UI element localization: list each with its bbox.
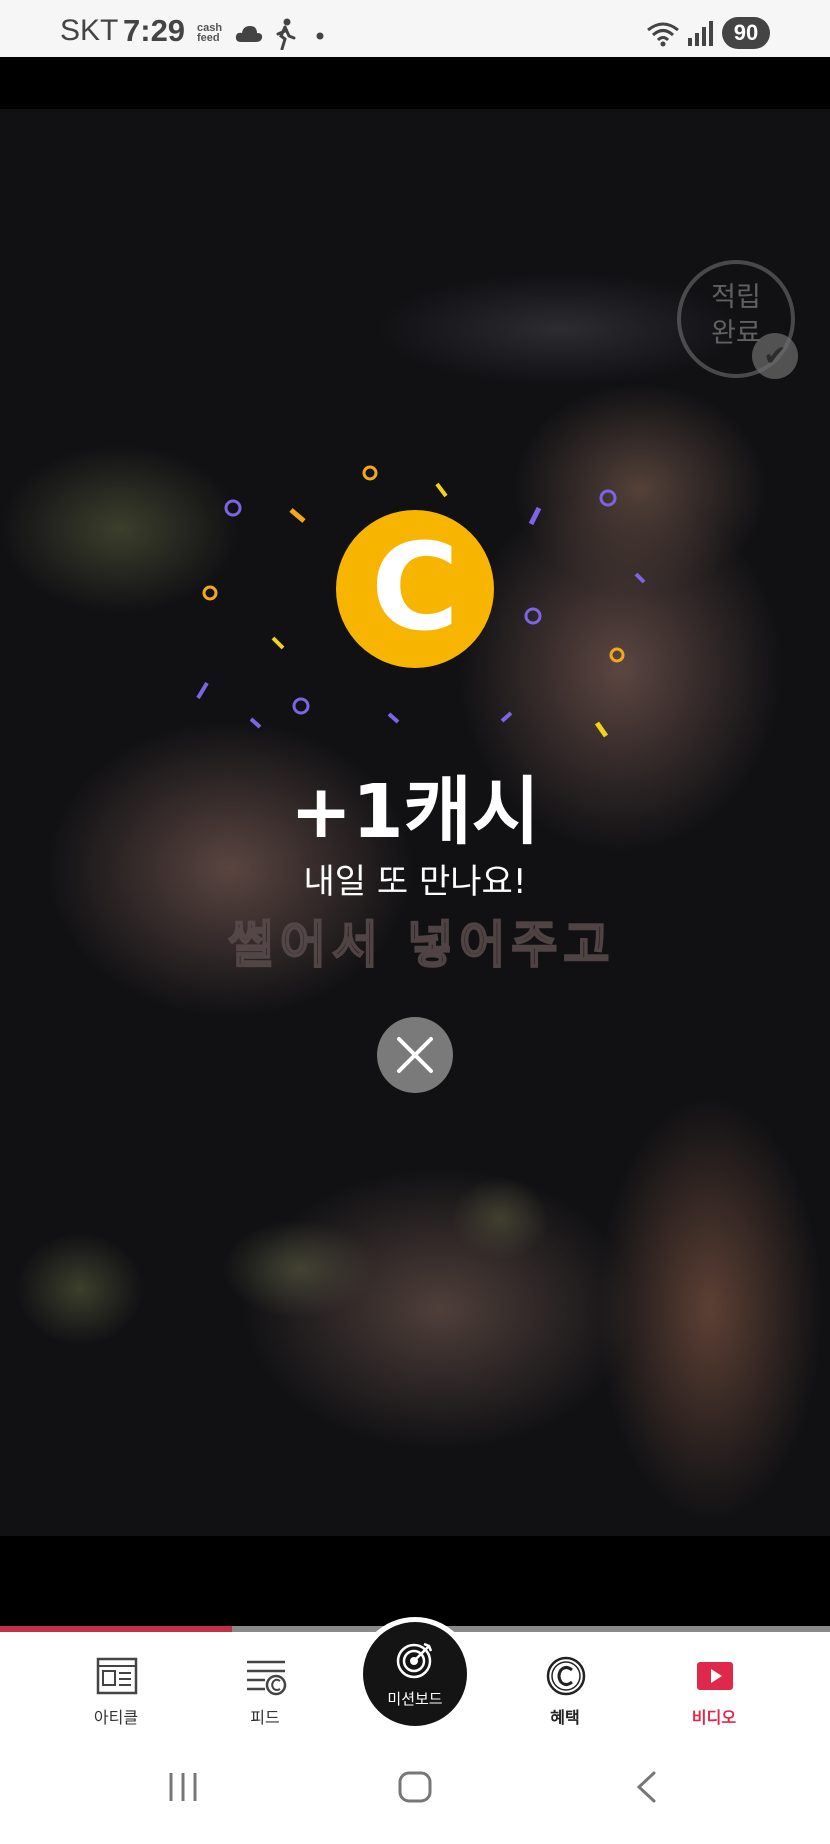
- benefit-coin-icon: [546, 1656, 586, 1696]
- nav-label-mission-board: 미션보드: [387, 1690, 443, 1708]
- article-icon: [96, 1657, 138, 1695]
- cashfeed-notification-icon: cash feed: [197, 23, 222, 44]
- nav-item-article[interactable]: 아티클: [56, 1632, 176, 1740]
- recent-apps-icon[interactable]: [166, 1770, 200, 1804]
- signal-icon: [688, 21, 713, 46]
- battery-indicator: 90: [722, 17, 770, 49]
- nav-label-benefit: 혜택: [550, 1708, 580, 1727]
- close-reward-button[interactable]: [377, 1017, 453, 1093]
- check-icon: ✔: [752, 333, 798, 379]
- cashfeed-line2: feed: [197, 32, 220, 44]
- video-play-icon: [697, 1662, 733, 1690]
- carrier-label: SKT: [60, 14, 119, 47]
- nav-item-feed[interactable]: 피드: [205, 1632, 325, 1740]
- walking-icon: [276, 18, 296, 50]
- coin-letter: C: [370, 519, 460, 658]
- mission-target-icon: [396, 1642, 433, 1679]
- system-nav-bar: [0, 1740, 830, 1844]
- status-bar: SKT 7:29 cash feed 90: [0, 0, 830, 57]
- home-icon[interactable]: [397, 1770, 433, 1804]
- back-icon[interactable]: [634, 1770, 658, 1804]
- notification-dot-icon: [316, 32, 324, 40]
- nav-item-mission-board[interactable]: 미션보드: [363, 1622, 467, 1726]
- nav-label-article: 아티클: [93, 1708, 139, 1727]
- cash-coin-icon: C: [336, 510, 494, 668]
- feed-icon: [247, 1660, 287, 1696]
- video-subtitle: 썰어서 넣어주고: [227, 915, 616, 975]
- nav-label-video: 비디오: [691, 1708, 737, 1727]
- nav-item-video[interactable]: 비디오: [654, 1632, 774, 1740]
- stamp-line2: 완료: [711, 318, 761, 349]
- clock: 7:29: [123, 13, 186, 48]
- stamp-line1: 적립: [711, 282, 761, 313]
- reward-amount: +1캐시: [290, 769, 540, 855]
- reward-message: 내일 또 만나요!: [303, 862, 527, 902]
- wifi-icon: [647, 22, 679, 47]
- nav-label-feed: 피드: [250, 1708, 280, 1727]
- nav-item-benefit[interactable]: 혜택: [505, 1632, 625, 1740]
- close-icon: [397, 1037, 433, 1073]
- cloud-icon: [235, 26, 263, 42]
